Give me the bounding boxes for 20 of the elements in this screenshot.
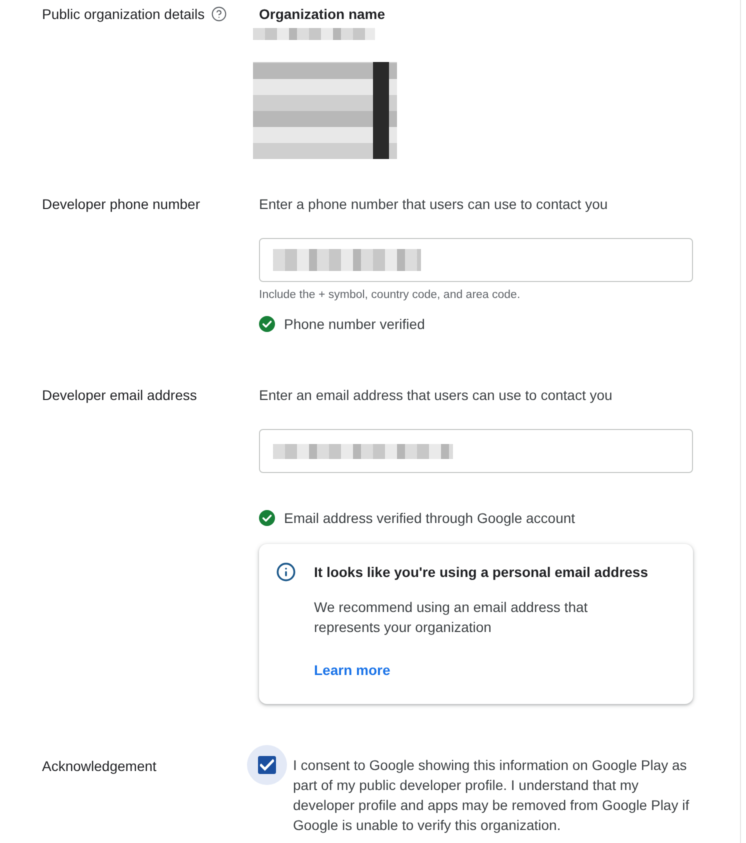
consent-checkbox[interactable] [247, 745, 287, 785]
help-icon[interactable] [210, 6, 227, 22]
field-prompt: Enter a phone number that users can use to contact you [259, 195, 608, 214]
email-address-field[interactable] [259, 429, 693, 473]
notice-title: It looks like you're using a personal email address [314, 563, 650, 582]
status-text: Email address verified through Google account [284, 509, 576, 528]
info-icon [276, 562, 296, 582]
section-label: Acknowledgement [42, 757, 156, 776]
phone-number-field[interactable] [259, 238, 693, 282]
notice-text: We recommend using an email address that represents your organization [314, 598, 589, 637]
helper-text: Include the + symbol, country code, and area code. [259, 288, 520, 303]
section-label: Public organization details [42, 5, 205, 24]
field-prompt: Enter an email address that users can use to contact you [259, 386, 612, 405]
learn-more-link[interactable]: Learn more [314, 662, 390, 678]
consent-text: I consent to Google showing this information on Google Play as part of my public developer profile. I understand that my developer profile and apps may be removed from Google Play if Google is unable to verify this organization. [293, 756, 690, 835]
section-label: Developer email address [42, 386, 197, 405]
check-icon [260, 758, 274, 772]
field-heading: Organization name [259, 5, 386, 24]
section-label: Developer phone number [42, 195, 200, 214]
status-text: Phone number verified [284, 315, 425, 334]
